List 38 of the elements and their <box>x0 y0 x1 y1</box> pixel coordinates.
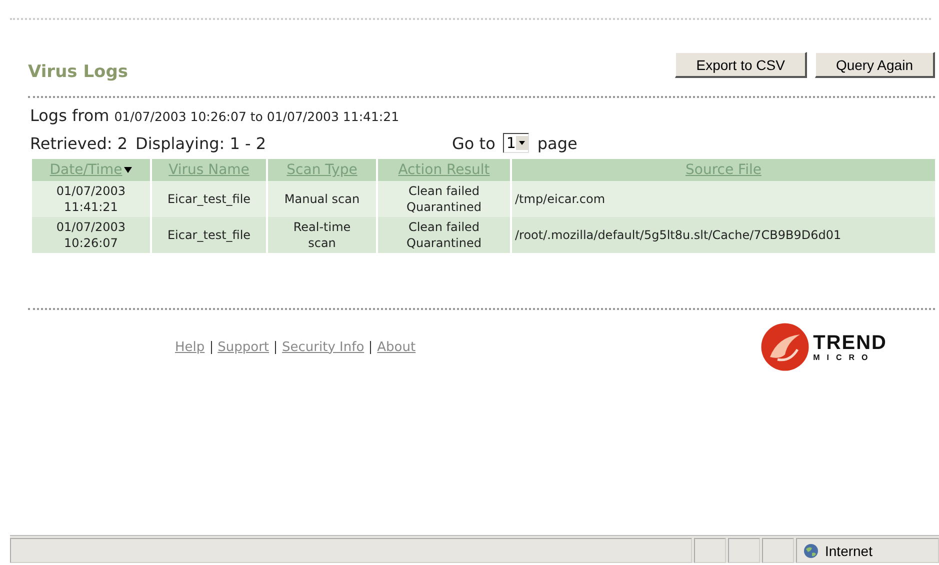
globe-icon <box>803 542 819 558</box>
status-pane <box>728 538 760 563</box>
displaying-range: Displaying: 1 - 2 <box>136 134 266 152</box>
action-button[interactable]: Export to CSV <box>675 52 807 78</box>
caret-icon <box>516 136 528 150</box>
table-cell: 01/07/2003 10:26:07 <box>56 220 126 250</box>
status-pane <box>762 538 794 563</box>
page-label: page <box>537 134 578 152</box>
logo-word: TREND <box>813 332 887 352</box>
logs-range: 01/07/2003 10:26:07 to 01/07/2003 11:41:21 <box>114 109 400 124</box>
footer-link[interactable]: Support <box>218 340 270 354</box>
column-header-link[interactable]: Source File <box>686 162 762 178</box>
table-cell: Eicar_test_file <box>167 192 251 206</box>
footer-link[interactable]: Help <box>175 340 205 354</box>
column-header-link[interactable]: Date/Time <box>50 162 122 178</box>
logs-label: Logs from <box>30 106 110 125</box>
table-cell: Manual scan <box>284 192 360 206</box>
table-cell: Real-time scan <box>293 220 351 250</box>
column-header-link[interactable]: Scan Type <box>286 162 358 178</box>
table-cell: Clean failed Quarantined <box>406 184 482 214</box>
status-pane <box>694 538 726 563</box>
retrieved-count: Retrieved: 2 <box>30 134 128 152</box>
table-cell: Eicar_test_file <box>167 228 251 242</box>
page-title: Virus Logs <box>28 62 128 82</box>
table-cell: 01/07/2003 11:41:21 <box>56 184 126 214</box>
goto-label: Go to <box>452 134 496 152</box>
column-header-link[interactable]: Action Result <box>398 162 490 178</box>
logo-ball-icon <box>760 322 810 372</box>
column-header-link[interactable]: Virus Name <box>168 162 250 178</box>
table-cell: /root/.mozilla/default/5g5lt8u.slt/Cache/7CB9B9D6d01 <box>515 228 842 242</box>
page-select[interactable]: 1 <box>503 133 530 153</box>
logo-subword: MICRO <box>813 352 876 362</box>
status-zone: Internet <box>825 542 872 558</box>
footer-link[interactable]: Security Info <box>282 340 364 354</box>
footer-link[interactable]: About <box>377 340 416 354</box>
action-button[interactable]: Query Again <box>814 52 935 78</box>
table-cell: /tmp/eicar.com <box>515 192 606 206</box>
table-cell: Clean failed Quarantined <box>406 220 482 250</box>
